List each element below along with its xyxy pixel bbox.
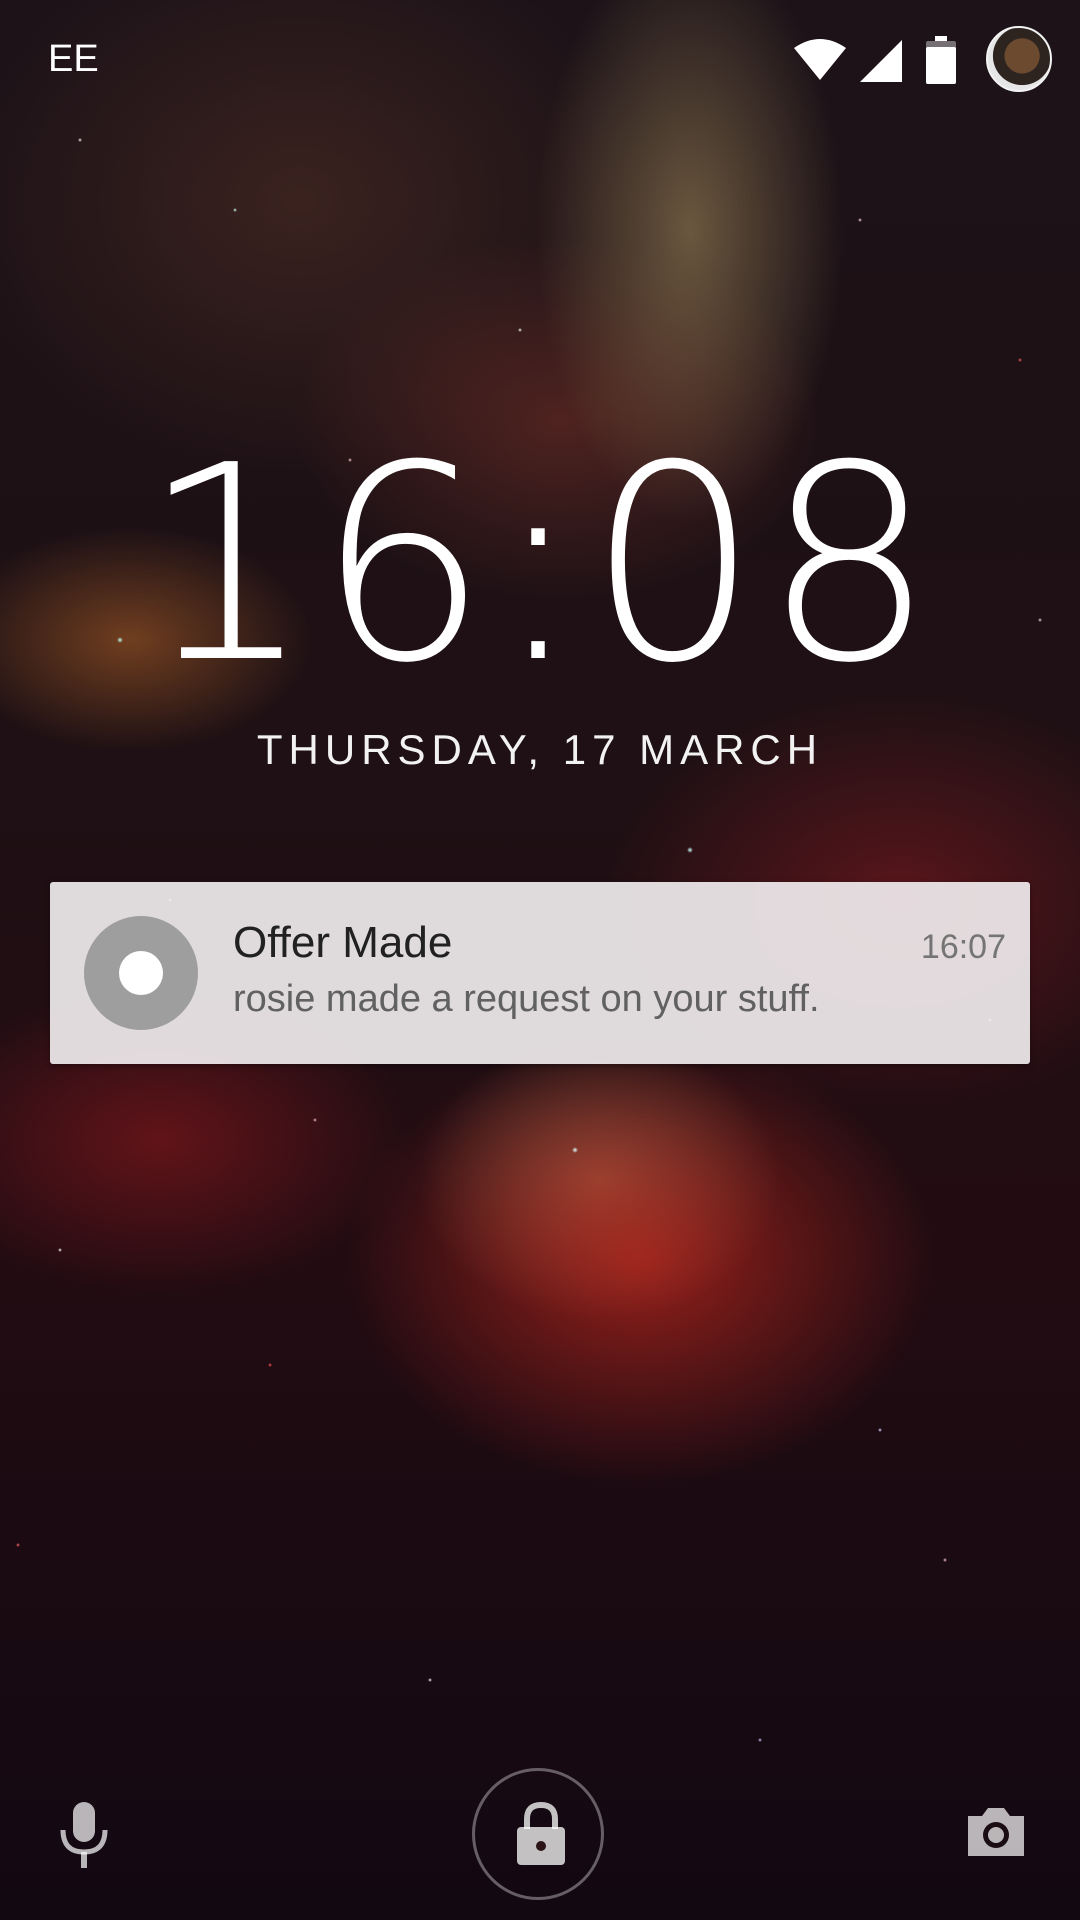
lockscreen-clock: 16:08 xyxy=(140,407,940,722)
notification-title: Offer Made xyxy=(233,918,453,967)
wifi-icon xyxy=(794,39,846,80)
notification-card[interactable]: Offer Made rosie made a request on your … xyxy=(50,882,1030,1064)
app-circle-dot xyxy=(119,951,163,995)
signal-icon xyxy=(860,40,902,82)
user-avatar[interactable] xyxy=(986,26,1052,92)
mic-icon[interactable] xyxy=(56,1800,112,1870)
lock-icon xyxy=(517,1801,565,1865)
notification-time: 16:07 xyxy=(920,928,1006,966)
unlock-button[interactable] xyxy=(472,1768,604,1900)
lockscreen-date: THURSDAY, 17 MARCH xyxy=(256,726,824,773)
status-bar: EE xyxy=(0,0,1080,120)
battery-icon xyxy=(926,36,956,84)
carrier-label: EE xyxy=(48,38,99,80)
camera-icon[interactable] xyxy=(964,1804,1028,1860)
notification-text: rosie made a request on your stuff. xyxy=(233,978,820,1020)
app-circle-icon xyxy=(84,916,198,1030)
